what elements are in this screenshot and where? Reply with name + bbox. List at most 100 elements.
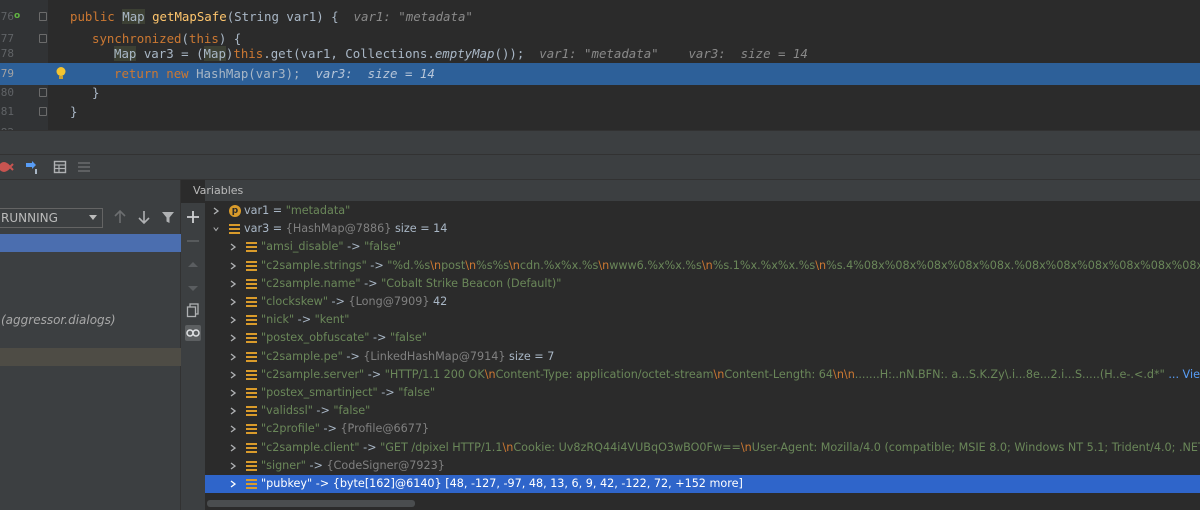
- tree-row-entry[interactable]: "nick" -> "kent": [205, 311, 1200, 329]
- fold-marker-icon[interactable]: [39, 12, 47, 21]
- tree-row-text: "nick" -> "kent": [261, 313, 350, 327]
- remove-watch-icon[interactable]: [185, 233, 201, 249]
- tree-row-text: "c2sample.strings" -> "%d.%s\npost\n%s%s…: [261, 258, 1200, 272]
- field-icon: [246, 242, 257, 253]
- move-down-icon[interactable]: [185, 280, 201, 296]
- inline-debug-value: var3: size = 14: [315, 66, 435, 81]
- tree-row-entry[interactable]: "c2sample.strings" -> "%d.%s\npost\n%s%s…: [205, 257, 1200, 275]
- variables-tree[interactable]: p var1 = "metadata" var3 = {HashMap@7886…: [205, 201, 1200, 497]
- chevron-right-icon[interactable]: [230, 407, 236, 415]
- field-icon: [246, 479, 257, 489]
- tree-row-entry[interactable]: "postex_obfuscate" -> "false": [205, 329, 1200, 347]
- tree-row-entry-selected[interactable]: "pubkey" -> {byte[162]@6140} [48, -127, …: [205, 475, 1200, 494]
- field-icon: [246, 460, 257, 471]
- field-icon: [246, 260, 257, 271]
- tree-row-text: "pubkey" -> {byte[162]@6140} [48, -127, …: [261, 477, 743, 490]
- run-to-cursor-icon[interactable]: [24, 159, 40, 175]
- tree-row-entry[interactable]: "c2sample.client" -> "GET /dpixel HTTP/1…: [205, 439, 1200, 457]
- inline-debug-value: var1: "metadata": [539, 46, 659, 61]
- chevron-right-icon[interactable]: [230, 444, 236, 452]
- code-editor[interactable]: 76 o public Map getMapSafe(String var1) …: [0, 0, 1200, 130]
- thread-state-label: RUNNING: [1, 211, 58, 225]
- chevron-right-icon[interactable]: [230, 334, 236, 342]
- move-up-icon[interactable]: [185, 257, 201, 273]
- tree-row-text: "c2sample.pe" -> {LinkedHashMap@7914} si…: [261, 349, 555, 363]
- fold-marker-icon[interactable]: [39, 34, 47, 43]
- copy-icon[interactable]: [185, 302, 201, 318]
- frame-item-selected[interactable]: [0, 234, 181, 252]
- tree-row-entry[interactable]: "amsi_disable" -> "false": [205, 238, 1200, 256]
- debug-tool-window-header: [0, 130, 1200, 155]
- chevron-right-icon[interactable]: [230, 389, 236, 397]
- frame-item[interactable]: (aggressor.dialogs): [0, 311, 181, 329]
- tree-row-entry[interactable]: "c2sample.name" -> "Cobalt Strike Beacon…: [205, 275, 1200, 293]
- tree-row-text: "c2sample.name" -> "Cobalt Strike Beacon…: [261, 276, 562, 290]
- lightbulb-icon[interactable]: [55, 66, 67, 81]
- chevron-right-icon[interactable]: [230, 243, 236, 251]
- field-icon: [246, 369, 257, 380]
- arrow-down-icon[interactable]: [136, 209, 152, 225]
- tree-row-var1[interactable]: p var1 = "metadata": [205, 202, 1200, 220]
- filter-icon[interactable]: [160, 209, 176, 225]
- frame-item-dimmed[interactable]: [0, 348, 181, 366]
- line-number: 76: [0, 10, 14, 23]
- variables-side-toolbar: [181, 203, 205, 510]
- frames-panel: RUNNING (aggressor.dialogs): [0, 180, 181, 510]
- chevron-right-icon[interactable]: [230, 462, 236, 470]
- variables-panel: Variables p var1 = "metadata" var3 = {Ha…: [193, 180, 1200, 510]
- tree-row-entry[interactable]: "clockskew" -> {Long@7909} 42: [205, 293, 1200, 311]
- tree-row-text: "postex_smartinject" -> "false": [261, 386, 436, 399]
- tree-row-text: "validssl" -> "false": [261, 404, 371, 418]
- scrollbar-thumb[interactable]: [207, 500, 415, 507]
- chevron-down-icon[interactable]: [213, 225, 219, 233]
- tree-row-entry[interactable]: "signer" -> {CodeSigner@7923}: [205, 457, 1200, 475]
- fold-marker-icon[interactable]: [39, 107, 47, 116]
- chevron-right-icon[interactable]: [230, 298, 236, 306]
- arrow-up-icon[interactable]: [112, 209, 128, 225]
- code-line-76[interactable]: 76 o public Map getMapSafe(String var1) …: [0, 6, 1200, 28]
- chevron-right-icon[interactable]: [230, 425, 236, 433]
- parameter-icon: p: [229, 205, 241, 217]
- code-line-82[interactable]: 82: [0, 122, 1200, 130]
- field-icon: [246, 442, 257, 453]
- field-icon: [246, 424, 257, 435]
- line-number: 82: [0, 122, 14, 130]
- chevron-right-icon[interactable]: [230, 262, 236, 270]
- chevron-right-icon[interactable]: [230, 280, 236, 288]
- tree-row-entry[interactable]: "postex_smartinject" -> "false": [205, 384, 1200, 402]
- trace-stream-icon[interactable]: [76, 159, 92, 175]
- tree-row-entry[interactable]: "c2profile" -> {Profile@6677}: [205, 420, 1200, 438]
- tree-row-var3[interactable]: var3 = {HashMap@7886} size = 14: [205, 220, 1200, 238]
- line-number: 78: [0, 47, 14, 60]
- chevron-down-icon: [89, 215, 97, 220]
- override-marker-icon[interactable]: o: [14, 9, 24, 23]
- field-icon: [246, 351, 257, 362]
- add-watch-icon[interactable]: [185, 209, 201, 225]
- field-icon: [246, 297, 257, 307]
- tree-row-entry[interactable]: "c2sample.pe" -> {LinkedHashMap@7914} si…: [205, 348, 1200, 366]
- chevron-right-icon[interactable]: [230, 480, 236, 488]
- chevron-right-icon[interactable]: [230, 316, 236, 324]
- chevron-right-icon[interactable]: [213, 207, 219, 215]
- evaluate-expression-icon[interactable]: [52, 159, 68, 175]
- tree-row-text: var3 = {HashMap@7886} size = 14: [244, 222, 448, 236]
- frame-label: (aggressor.dialogs): [1, 313, 116, 327]
- fold-marker-icon[interactable]: [39, 88, 47, 97]
- field-icon: [229, 224, 240, 235]
- show-watches-icon[interactable]: [185, 325, 201, 341]
- chevron-right-icon[interactable]: [230, 353, 236, 361]
- field-icon: [246, 388, 257, 398]
- thread-selector[interactable]: RUNNING: [0, 208, 103, 228]
- stop-breakpoints-icon[interactable]: [0, 159, 14, 175]
- tree-row-text: "c2sample.client" -> "GET /dpixel HTTP/1…: [261, 440, 1200, 454]
- field-icon: [246, 406, 257, 417]
- tree-row-entry[interactable]: "c2sample.server" -> "HTTP/1.1 200 OK\nC…: [205, 366, 1200, 384]
- code-line-78[interactable]: 78 Map var3 = (Map)this.get(var1, Collec…: [0, 43, 1200, 65]
- line-number: 81: [0, 105, 14, 118]
- horizontal-scrollbar[interactable]: [205, 497, 1200, 510]
- inline-debug-value: var3: size = 14: [688, 46, 808, 61]
- code-line-81[interactable]: 81 }: [0, 101, 1200, 123]
- tree-row-entry[interactable]: "validssl" -> "false": [205, 402, 1200, 420]
- chevron-right-icon[interactable]: [230, 371, 236, 379]
- view-link[interactable]: ... View: [1168, 368, 1200, 381]
